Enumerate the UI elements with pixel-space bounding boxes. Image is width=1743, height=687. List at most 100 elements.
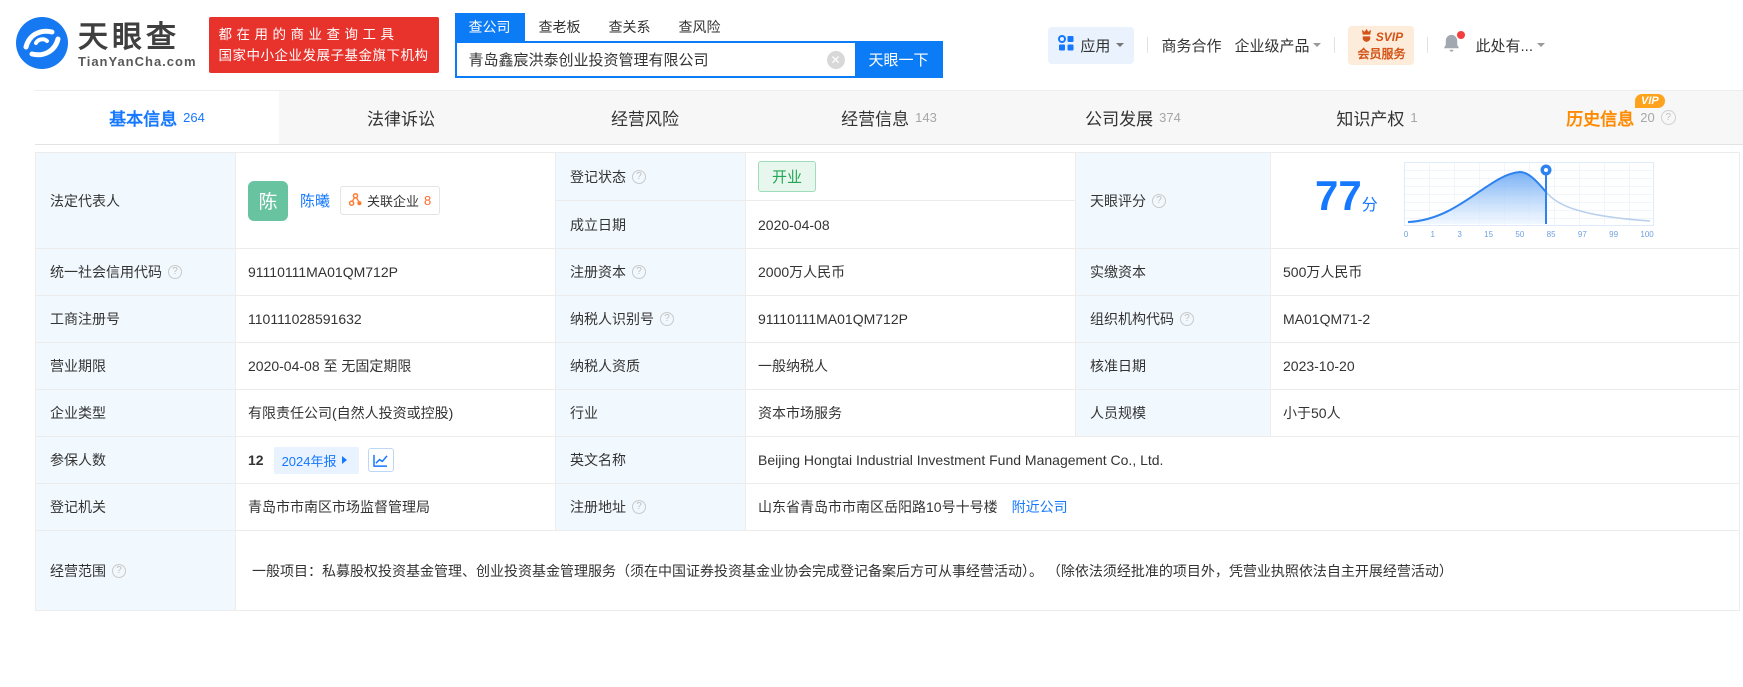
english-name-label: 英文名称 bbox=[556, 437, 746, 484]
tianyancha-logo[interactable]: 天眼查 TianYanCha.com bbox=[14, 15, 197, 76]
approval-date-value: 2023-10-20 bbox=[1271, 343, 1740, 390]
help-icon[interactable]: ? bbox=[1180, 312, 1194, 326]
biz-term-value: 2020-04-08 至 无固定期限 bbox=[236, 343, 556, 390]
nav-divider bbox=[1427, 37, 1429, 53]
tab-operation-risk[interactable]: 经营风险 bbox=[523, 91, 767, 144]
industry-label: 行业 bbox=[556, 390, 746, 437]
related-count: 8 bbox=[424, 193, 432, 208]
nav-enterprise-products[interactable]: 企业级产品 bbox=[1234, 35, 1322, 56]
registry-authority-value: 青岛市市南区市场监督管理局 bbox=[236, 484, 556, 531]
banner-line1: 都在用的商业查询工具 bbox=[218, 27, 399, 42]
taxpayer-id-value: 91110111MA01QM712P bbox=[746, 296, 1076, 343]
tab-basic-info[interactable]: 基本信息 264 bbox=[35, 91, 279, 144]
avatar: 陈 bbox=[248, 180, 288, 221]
search-button[interactable]: 天眼一下 bbox=[854, 40, 943, 78]
logo-title: 天眼查 bbox=[78, 20, 180, 54]
tab-legal-litigation[interactable]: 法律诉讼 bbox=[279, 91, 523, 144]
user-account-menu[interactable]: 此处有... bbox=[1475, 35, 1545, 56]
tab-label: 法律诉讼 bbox=[367, 110, 435, 129]
legal-rep-name-link[interactable]: 陈曦 bbox=[300, 190, 330, 211]
table-row: 参保人数 12 2024年报 英文名称 Beijing Hongtai Indu… bbox=[36, 437, 1740, 484]
search-tabs: 查公司 查老板 查关系 查风险 bbox=[454, 12, 943, 41]
top-nav: 应用 商务合作 企业级产品 SVIP 会员服务 此处有... bbox=[1048, 25, 1743, 65]
nav-divider bbox=[1334, 37, 1336, 53]
search-input[interactable] bbox=[454, 40, 855, 78]
logo-eye-icon bbox=[14, 15, 70, 76]
help-icon[interactable]: ? bbox=[1660, 110, 1676, 125]
org-network-icon bbox=[348, 192, 362, 209]
industry-value: 资本市场服务 bbox=[746, 390, 1076, 437]
address-text: 山东省青岛市市南区岳阳路10号十号楼 bbox=[758, 499, 998, 515]
insured-count-value: 12 2024年报 bbox=[236, 437, 556, 484]
staff-size-label: 人员规模 bbox=[1076, 390, 1271, 437]
notification-bell-icon[interactable] bbox=[1441, 30, 1466, 58]
reg-address-label: 注册地址? bbox=[556, 484, 746, 531]
nav-business-cooperation[interactable]: 商务合作 bbox=[1161, 35, 1221, 56]
related-companies-badge[interactable]: 关联企业 8 bbox=[340, 186, 441, 215]
promo-banner: 都在用的商业查询工具 国家中小企业发展子基金旗下机构 bbox=[208, 17, 439, 73]
annual-report-badge[interactable]: 2024年报 bbox=[273, 446, 359, 474]
banner-line2: 国家中小企业发展子基金旗下机构 bbox=[218, 48, 429, 63]
reg-status-label: 登记状态 ? bbox=[556, 153, 746, 201]
tab-label: 经营风险 bbox=[611, 110, 679, 129]
approval-date-label: 核准日期 bbox=[1076, 343, 1271, 390]
table-row: 企业类型 有限责任公司(自然人投资或控股) 行业 资本市场服务 人员规模 小于5… bbox=[36, 390, 1740, 437]
taxpayer-qualification-value: 一般纳税人 bbox=[746, 343, 1076, 390]
table-row: 登记机关 青岛市市南区市场监督管理局 注册地址? 山东省青岛市市南区岳阳路10号… bbox=[36, 484, 1740, 531]
search-tab-company[interactable]: 查公司 bbox=[454, 12, 525, 41]
biz-term-label: 营业期限 bbox=[36, 343, 236, 390]
help-icon[interactable]: ? bbox=[168, 265, 182, 279]
est-date-label: 成立日期 bbox=[556, 201, 746, 249]
enterprise-label: 企业级产品 bbox=[1234, 37, 1310, 55]
vip-badge: VIP bbox=[1635, 94, 1665, 108]
help-icon[interactable]: ? bbox=[112, 563, 126, 578]
taxpayer-id-label: 纳税人识别号? bbox=[556, 296, 746, 343]
tab-count: 264 bbox=[183, 110, 205, 125]
reg-status-value: 开业 bbox=[746, 153, 1076, 201]
help-icon[interactable]: ? bbox=[632, 169, 646, 184]
org-code-value: MA01QM71-2 bbox=[1271, 296, 1740, 343]
insured-number: 12 bbox=[248, 452, 264, 468]
table-row: 工商注册号 110111028591632 纳税人识别号? 91110111MA… bbox=[36, 296, 1740, 343]
help-icon[interactable]: ? bbox=[632, 500, 646, 514]
nearby-companies-link[interactable]: 附近公司 bbox=[1012, 497, 1068, 517]
help-icon[interactable]: ? bbox=[660, 312, 674, 326]
status-badge: 开业 bbox=[758, 161, 817, 192]
tab-label: 知识产权 bbox=[1336, 110, 1405, 129]
tab-operation-info[interactable]: 经营信息 143 bbox=[767, 91, 1011, 144]
notification-dot bbox=[1457, 30, 1466, 39]
clear-search-icon[interactable]: ✕ bbox=[826, 50, 845, 69]
tab-intellectual-property[interactable]: 知识产权 1 bbox=[1255, 91, 1499, 144]
tab-label: 历史信息 bbox=[1566, 110, 1635, 129]
est-date-value: 2020-04-08 bbox=[746, 201, 1076, 249]
nav-divider bbox=[1147, 37, 1149, 53]
company-type-value: 有限责任公司(自然人投资或控股) bbox=[236, 390, 556, 437]
trend-chart-icon[interactable] bbox=[367, 448, 394, 472]
apps-grid-icon bbox=[1058, 35, 1074, 55]
user-label: 此处有... bbox=[1475, 37, 1533, 55]
table-row: 法定代表人 陈 陈曦 关联企业 8 登记状态 ? 开业 成立日期 2020-04… bbox=[36, 153, 1740, 249]
annual-report-label: 2024年报 bbox=[281, 453, 337, 469]
search-tab-risk[interactable]: 查风险 bbox=[665, 13, 735, 41]
tab-company-development[interactable]: 公司发展 374 bbox=[1011, 91, 1255, 144]
reg-address-value: 山东省青岛市市南区岳阳路10号十号楼 附近公司 bbox=[746, 484, 1740, 531]
help-icon[interactable]: ? bbox=[1152, 193, 1166, 208]
search-tab-boss[interactable]: 查老板 bbox=[525, 13, 595, 41]
tab-history-info[interactable]: 历史信息 20 ? VIP bbox=[1499, 91, 1743, 144]
svip-label-1: SVIP bbox=[1375, 30, 1404, 44]
apps-menu[interactable]: 应用 bbox=[1048, 26, 1135, 64]
english-name-value: Beijing Hongtai Industrial Investment Fu… bbox=[746, 437, 1740, 484]
chevron-down-icon bbox=[1537, 43, 1545, 51]
credit-code-label: 统一社会信用代码? bbox=[36, 249, 236, 296]
svip-membership-button[interactable]: SVIP 会员服务 bbox=[1348, 25, 1415, 65]
table-row: 统一社会信用代码? 91110111MA01QM712P 注册资本? 2000万… bbox=[36, 249, 1740, 296]
section-tabbar: 基本信息 264 法律诉讼 经营风险 经营信息 143 公司发展 374 知识产… bbox=[35, 90, 1743, 145]
table-row: 经营范围? 一般项目：私募股权投资基金管理、创业投资基金管理服务（须在中国证券投… bbox=[36, 531, 1740, 611]
tab-count: 143 bbox=[915, 110, 937, 125]
chevron-down-icon bbox=[1116, 43, 1125, 51]
legal-rep-value: 陈 陈曦 关联企业 8 bbox=[236, 153, 556, 249]
help-icon[interactable]: ? bbox=[632, 265, 646, 279]
search-tab-relation[interactable]: 查关系 bbox=[595, 13, 665, 41]
tab-count: 1 bbox=[1410, 110, 1418, 125]
search-area: 查公司 查老板 查关系 查风险 ✕ 天眼一下 bbox=[454, 12, 943, 78]
